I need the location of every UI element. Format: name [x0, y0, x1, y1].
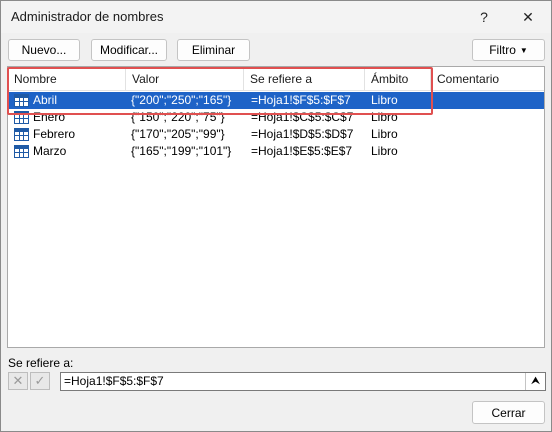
- name-range-icon: [14, 145, 29, 158]
- table-row[interactable]: Febrero {"170";"205";"99"} =Hoja1!$D$5:$…: [8, 126, 544, 143]
- row-scope: Libro: [371, 110, 398, 124]
- row-value: {"150";"220";"75"}: [131, 110, 225, 124]
- name-manager-dialog: Administrador de nombres ? ✕ Nuevo... Mo…: [0, 0, 552, 432]
- name-range-icon: [14, 111, 29, 124]
- row-name: Marzo: [33, 144, 67, 158]
- row-value: {"165";"199";"101"}: [131, 144, 232, 158]
- names-list[interactable]: Nombre Valor Se refiere a Ámbito Comenta…: [7, 66, 545, 348]
- row-refers: =Hoja1!$F$5:$F$7: [251, 93, 351, 107]
- close-button-label: Cerrar: [491, 405, 526, 420]
- row-scope: Libro: [371, 127, 398, 141]
- table-row[interactable]: Marzo {"165";"199";"101"} =Hoja1!$E$5:$E…: [8, 143, 544, 160]
- row-refers: =Hoja1!$E$5:$E$7: [251, 144, 353, 158]
- row-name: Febrero: [33, 127, 76, 141]
- refers-to-input[interactable]: =Hoja1!$F$5:$F$7: [60, 372, 546, 391]
- filter-button-label: Filtro: [489, 43, 516, 57]
- row-value: {"170";"205";"99"}: [131, 127, 225, 141]
- chevron-down-icon: ▼: [519, 45, 528, 55]
- delete-button-label: Eliminar: [191, 43, 236, 57]
- row-scope: Libro: [371, 93, 398, 107]
- filter-button[interactable]: Filtro ▼: [472, 39, 545, 61]
- name-range-icon: [14, 128, 29, 141]
- table-row[interactable]: Abril {"200";"250";"165"} =Hoja1!$F$5:$F…: [8, 92, 544, 109]
- column-header-comment[interactable]: Comentario: [431, 67, 544, 91]
- row-comment: [437, 109, 537, 126]
- delete-button[interactable]: Eliminar: [177, 39, 250, 61]
- column-header-value[interactable]: Valor: [126, 67, 244, 91]
- row-comment: [437, 92, 537, 109]
- row-name: Abril: [33, 93, 58, 107]
- row-comment: [437, 126, 537, 143]
- column-header-refers[interactable]: Se refiere a: [244, 67, 365, 91]
- refers-to-label: Se refiere a:: [8, 356, 74, 370]
- new-button[interactable]: Nuevo...: [8, 39, 80, 61]
- row-refers: =Hoja1!$D$5:$D$7: [251, 127, 354, 141]
- list-header: Nombre Valor Se refiere a Ámbito Comenta…: [8, 67, 544, 91]
- edit-button-label: Modificar...: [99, 43, 159, 57]
- row-name: Enero: [33, 110, 66, 124]
- title-bar: Administrador de nombres ? ✕: [1, 1, 551, 33]
- collapse-dialog-icon[interactable]: ⮝: [525, 373, 545, 390]
- name-range-icon: [14, 94, 29, 107]
- new-button-label: Nuevo...: [21, 43, 67, 57]
- row-refers: =Hoja1!$C$5:$C$7: [251, 110, 354, 124]
- help-button[interactable]: ?: [469, 5, 499, 29]
- edit-button[interactable]: Modificar...: [91, 39, 167, 61]
- column-header-scope[interactable]: Ámbito: [365, 67, 431, 91]
- close-button[interactable]: Cerrar: [472, 401, 545, 424]
- dialog-title: Administrador de nombres: [11, 9, 164, 24]
- row-value: {"200";"250";"165"}: [131, 93, 232, 107]
- confirm-edit-icon[interactable]: ✓: [30, 372, 50, 390]
- cancel-edit-icon[interactable]: ✕: [8, 372, 28, 390]
- close-icon[interactable]: ✕: [513, 5, 543, 29]
- column-header-name[interactable]: Nombre: [8, 67, 126, 91]
- table-row[interactable]: Enero {"150";"220";"75"} =Hoja1!$C$5:$C$…: [8, 109, 544, 126]
- row-comment: [437, 143, 537, 160]
- row-scope: Libro: [371, 144, 398, 158]
